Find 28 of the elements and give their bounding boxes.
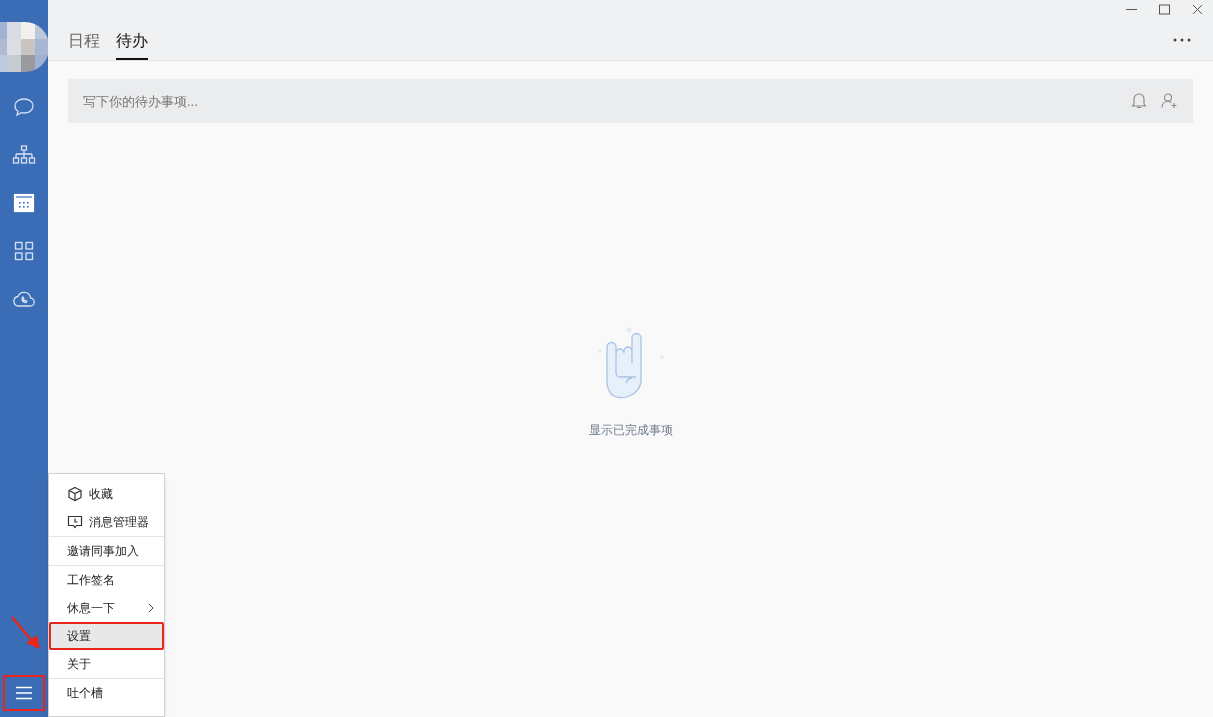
menu-item[interactable]: 设置: [49, 622, 164, 650]
menu-item[interactable]: 关于: [49, 650, 164, 678]
menu-item[interactable]: 休息一下: [49, 594, 164, 622]
chevron-right-icon: [148, 603, 154, 613]
close-icon[interactable]: [1192, 4, 1203, 15]
todo-input-field[interactable]: 写下你的待办事项...: [68, 79, 1193, 123]
org-chart-icon: [12, 145, 36, 165]
bell-icon[interactable]: [1131, 92, 1147, 109]
menu-item[interactable]: 收藏: [49, 480, 164, 508]
menu-item[interactable]: 吐个槽: [49, 679, 164, 707]
tab[interactable]: 待办: [116, 29, 148, 60]
cloud-phone-icon: [12, 289, 36, 309]
empty-state-text[interactable]: 显示已完成事项: [588, 421, 673, 439]
cube-icon: [67, 486, 83, 502]
apps-grid-icon: [14, 241, 34, 261]
menu-item[interactable]: 邀请同事加入: [49, 537, 164, 565]
tab[interactable]: 日程: [68, 29, 100, 60]
maximize-icon[interactable]: [1159, 4, 1170, 15]
annotation-arrow: [10, 615, 42, 651]
menu-item[interactable]: 消息管理器: [49, 508, 164, 536]
chat-icon: [13, 97, 35, 117]
calendar-icon: [13, 193, 35, 213]
more-icon[interactable]: [1173, 38, 1191, 42]
menu-item[interactable]: 工作签名: [49, 566, 164, 594]
message-clock-icon: [67, 514, 83, 530]
menu-icon: [15, 686, 33, 700]
add-person-icon[interactable]: [1161, 92, 1178, 109]
menu-button[interactable]: [5, 677, 43, 709]
